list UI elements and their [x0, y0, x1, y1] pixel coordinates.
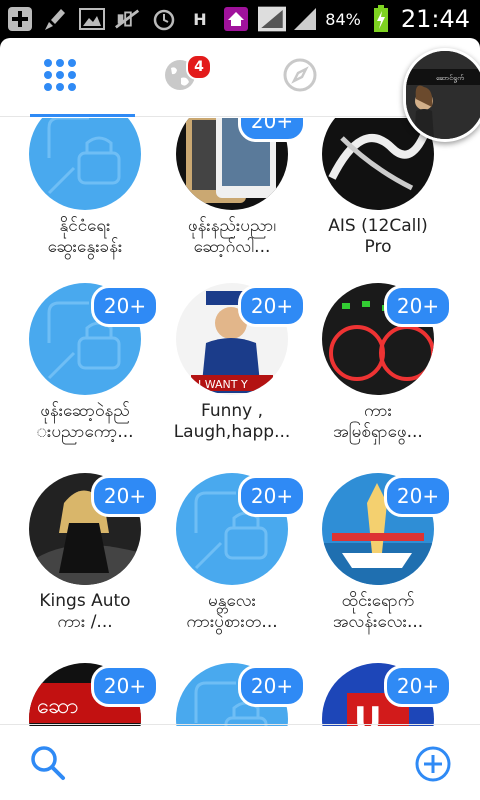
group-item[interactable]: I WANT Y 20+ Funny , Laugh,happ... — [167, 283, 306, 443]
message-count-badge: 20+ — [384, 475, 452, 517]
group-name: ဖုန်းနည်းပညာ၊ ဆော့ဂ်လါ... — [187, 216, 277, 257]
group-avatar — [29, 118, 141, 210]
alarm-icon — [150, 5, 178, 33]
active-tab-indicator — [30, 114, 135, 117]
svg-text:ဆော: ဆော — [37, 694, 78, 719]
group-item[interactable]: AIS (12Call) Pro — [313, 118, 443, 258]
notification-badge: 4 — [186, 54, 212, 80]
group-name: ဖုန်းဆော့ဝဲနည် းပညာကော့... — [36, 401, 134, 442]
svg-text:I WANT Y: I WANT Y — [198, 378, 248, 391]
add-group-icon[interactable] — [414, 745, 452, 787]
tab-explore[interactable] — [240, 38, 360, 116]
tab-discover[interactable]: 4 — [120, 38, 240, 116]
group-name: AIS (12Call) Pro — [328, 216, 428, 257]
battery-percent: 84% — [325, 9, 361, 29]
group-name: Kings Auto ကား /... — [39, 591, 131, 632]
group-name: နိုင်ငံရေး ဆွေးနွေးခန်း — [47, 216, 123, 257]
message-count-badge: 20+ — [238, 118, 306, 142]
group-item[interactable]: 20+ — [167, 663, 306, 726]
message-count-badge: 20+ — [91, 665, 159, 707]
signal-icon — [291, 5, 319, 33]
chat-heads-panel: 4 နိုင်ငံရေး ဆွေးနွေးခန်း 20+ ဖုန်းနည်းပညာ… — [0, 38, 480, 800]
group-item[interactable]: 20+ ထိုင်းရောက် အလန်းလေး... — [313, 473, 452, 633]
svg-text:ဆောင်ရွက်: ဆောင်ရွက် — [436, 74, 465, 83]
signal-muted-icon — [114, 5, 142, 33]
status-bar: H 84% 21:44 — [0, 0, 480, 38]
message-count-badge: 20+ — [238, 665, 306, 707]
group-item[interactable]: 20+ မန္တလေး ကားပွဲစားတ... — [167, 473, 306, 633]
message-count-badge: 20+ — [91, 285, 159, 327]
cleaner-icon — [42, 5, 70, 33]
message-count-badge: 20+ — [238, 475, 306, 517]
message-count-badge: 20+ — [238, 285, 306, 327]
search-icon[interactable] — [28, 743, 68, 787]
message-count-badge: 20+ — [384, 285, 452, 327]
gallery-icon — [78, 5, 106, 33]
message-count-badge: 20+ — [91, 475, 159, 517]
group-item[interactable]: 20+ ဖုန်းနည်းပညာ၊ ဆော့ဂ်လါ... — [167, 118, 306, 258]
group-item[interactable]: 20+ Kings Auto ကား /... — [20, 473, 159, 633]
group-name: ကား အမြစ်ရှာဖွေ... — [333, 401, 423, 442]
group-item[interactable]: 20+ ဖုန်းဆော့ဝဲနည် းပညာကော့... — [20, 283, 159, 443]
bottom-bar — [0, 724, 480, 800]
group-item[interactable]: ဆော 20+ — [20, 663, 159, 726]
group-name: မန္တလေး ကားပွဲစားတ... — [186, 591, 278, 632]
signal-full-icon — [258, 5, 286, 33]
compass-icon — [283, 58, 317, 96]
group-name: ထိုင်းရောက် အလန်းလေး... — [332, 591, 424, 632]
home-app-icon — [222, 5, 250, 33]
group-name: Funny , Laugh,happ... — [173, 401, 291, 442]
tab-groups[interactable] — [0, 38, 120, 116]
group-grid: နိုင်ငံရေး ဆွေးနွေးခန်း 20+ ဖုန်းနည်းပညာ၊ … — [0, 118, 480, 726]
message-count-badge: 20+ — [384, 665, 452, 707]
group-item[interactable]: နိုင်ငံရေး ဆွေးနွေးခန်း — [20, 118, 150, 258]
floating-chat-head[interactable]: ဆောင်ရွက် — [403, 48, 480, 142]
group-item[interactable]: UUNICODE20+ — [313, 663, 452, 726]
add-icon — [6, 5, 34, 33]
svg-text:U: U — [354, 700, 382, 726]
h-data-icon: H — [193, 9, 207, 29]
group-item[interactable]: 20+ ကား အမြစ်ရှာဖွေ... — [313, 283, 452, 443]
battery-charging-icon — [367, 5, 395, 33]
grid-icon — [43, 58, 77, 96]
clock: 21:44 — [400, 5, 470, 33]
